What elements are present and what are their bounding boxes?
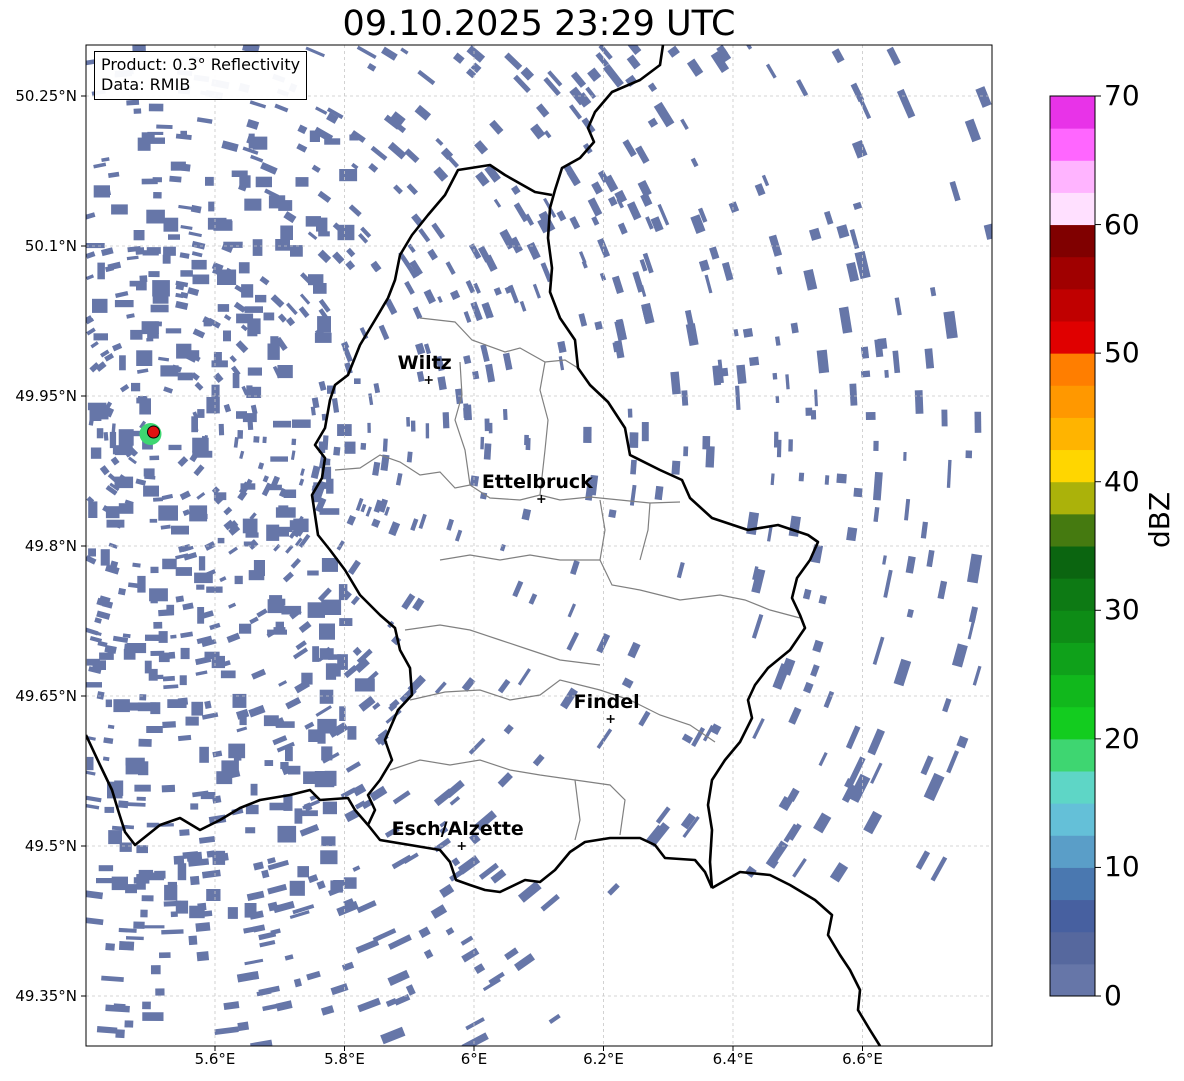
colorbar-cell xyxy=(1050,353,1095,386)
colorbar-tickmarks xyxy=(1095,95,1101,997)
colorbar-cell xyxy=(1050,224,1095,258)
colorbar-cell xyxy=(1050,160,1095,193)
colorbar-cell xyxy=(1050,449,1095,483)
colorbar-tick-label: 10 xyxy=(1104,850,1140,884)
colorbar-cell xyxy=(1050,385,1095,418)
colorbar-tick-label: 0 xyxy=(1104,979,1122,1012)
colorbar-label: dBZ xyxy=(1143,491,1176,548)
colorbar-cell xyxy=(1050,321,1095,354)
colorbar-cell xyxy=(1050,546,1095,579)
colorbar-cell xyxy=(1050,610,1095,643)
colorbar-cell xyxy=(1050,738,1095,772)
colorbar-tick-label: 40 xyxy=(1104,464,1140,498)
colorbar-cell xyxy=(1050,963,1095,997)
colorbar-cell xyxy=(1050,931,1095,965)
colorbar-cell xyxy=(1050,192,1095,226)
colorbar-cell xyxy=(1050,803,1095,836)
colorbar-tick-label: 70 xyxy=(1104,79,1140,112)
colorbar-tick-label: 60 xyxy=(1104,207,1140,241)
colorbar-cell xyxy=(1050,417,1095,451)
colorbar-cell xyxy=(1050,706,1095,740)
colorbar-cell xyxy=(1050,642,1095,676)
colorbar-cell xyxy=(1050,128,1095,161)
colorbar-cell xyxy=(1050,835,1095,868)
colorbar-cell xyxy=(1050,867,1095,901)
colorbar-cell xyxy=(1050,96,1095,129)
colorbar xyxy=(1049,95,1101,997)
colorbar-cell xyxy=(1050,481,1095,515)
colorbar-cell xyxy=(1050,771,1095,804)
colorbar-cell xyxy=(1050,899,1095,933)
colorbar-cells xyxy=(1050,96,1095,997)
colorbar-tick-label: 20 xyxy=(1104,721,1140,755)
colorbar-cell xyxy=(1050,578,1095,611)
colorbar-cell xyxy=(1050,288,1095,322)
colorbar-cell xyxy=(1050,513,1095,547)
colorbar-cell xyxy=(1050,256,1095,290)
colorbar-tick-label: 30 xyxy=(1104,593,1140,627)
colorbar-tick-label: 50 xyxy=(1104,336,1140,370)
colorbar-cell xyxy=(1050,674,1095,708)
